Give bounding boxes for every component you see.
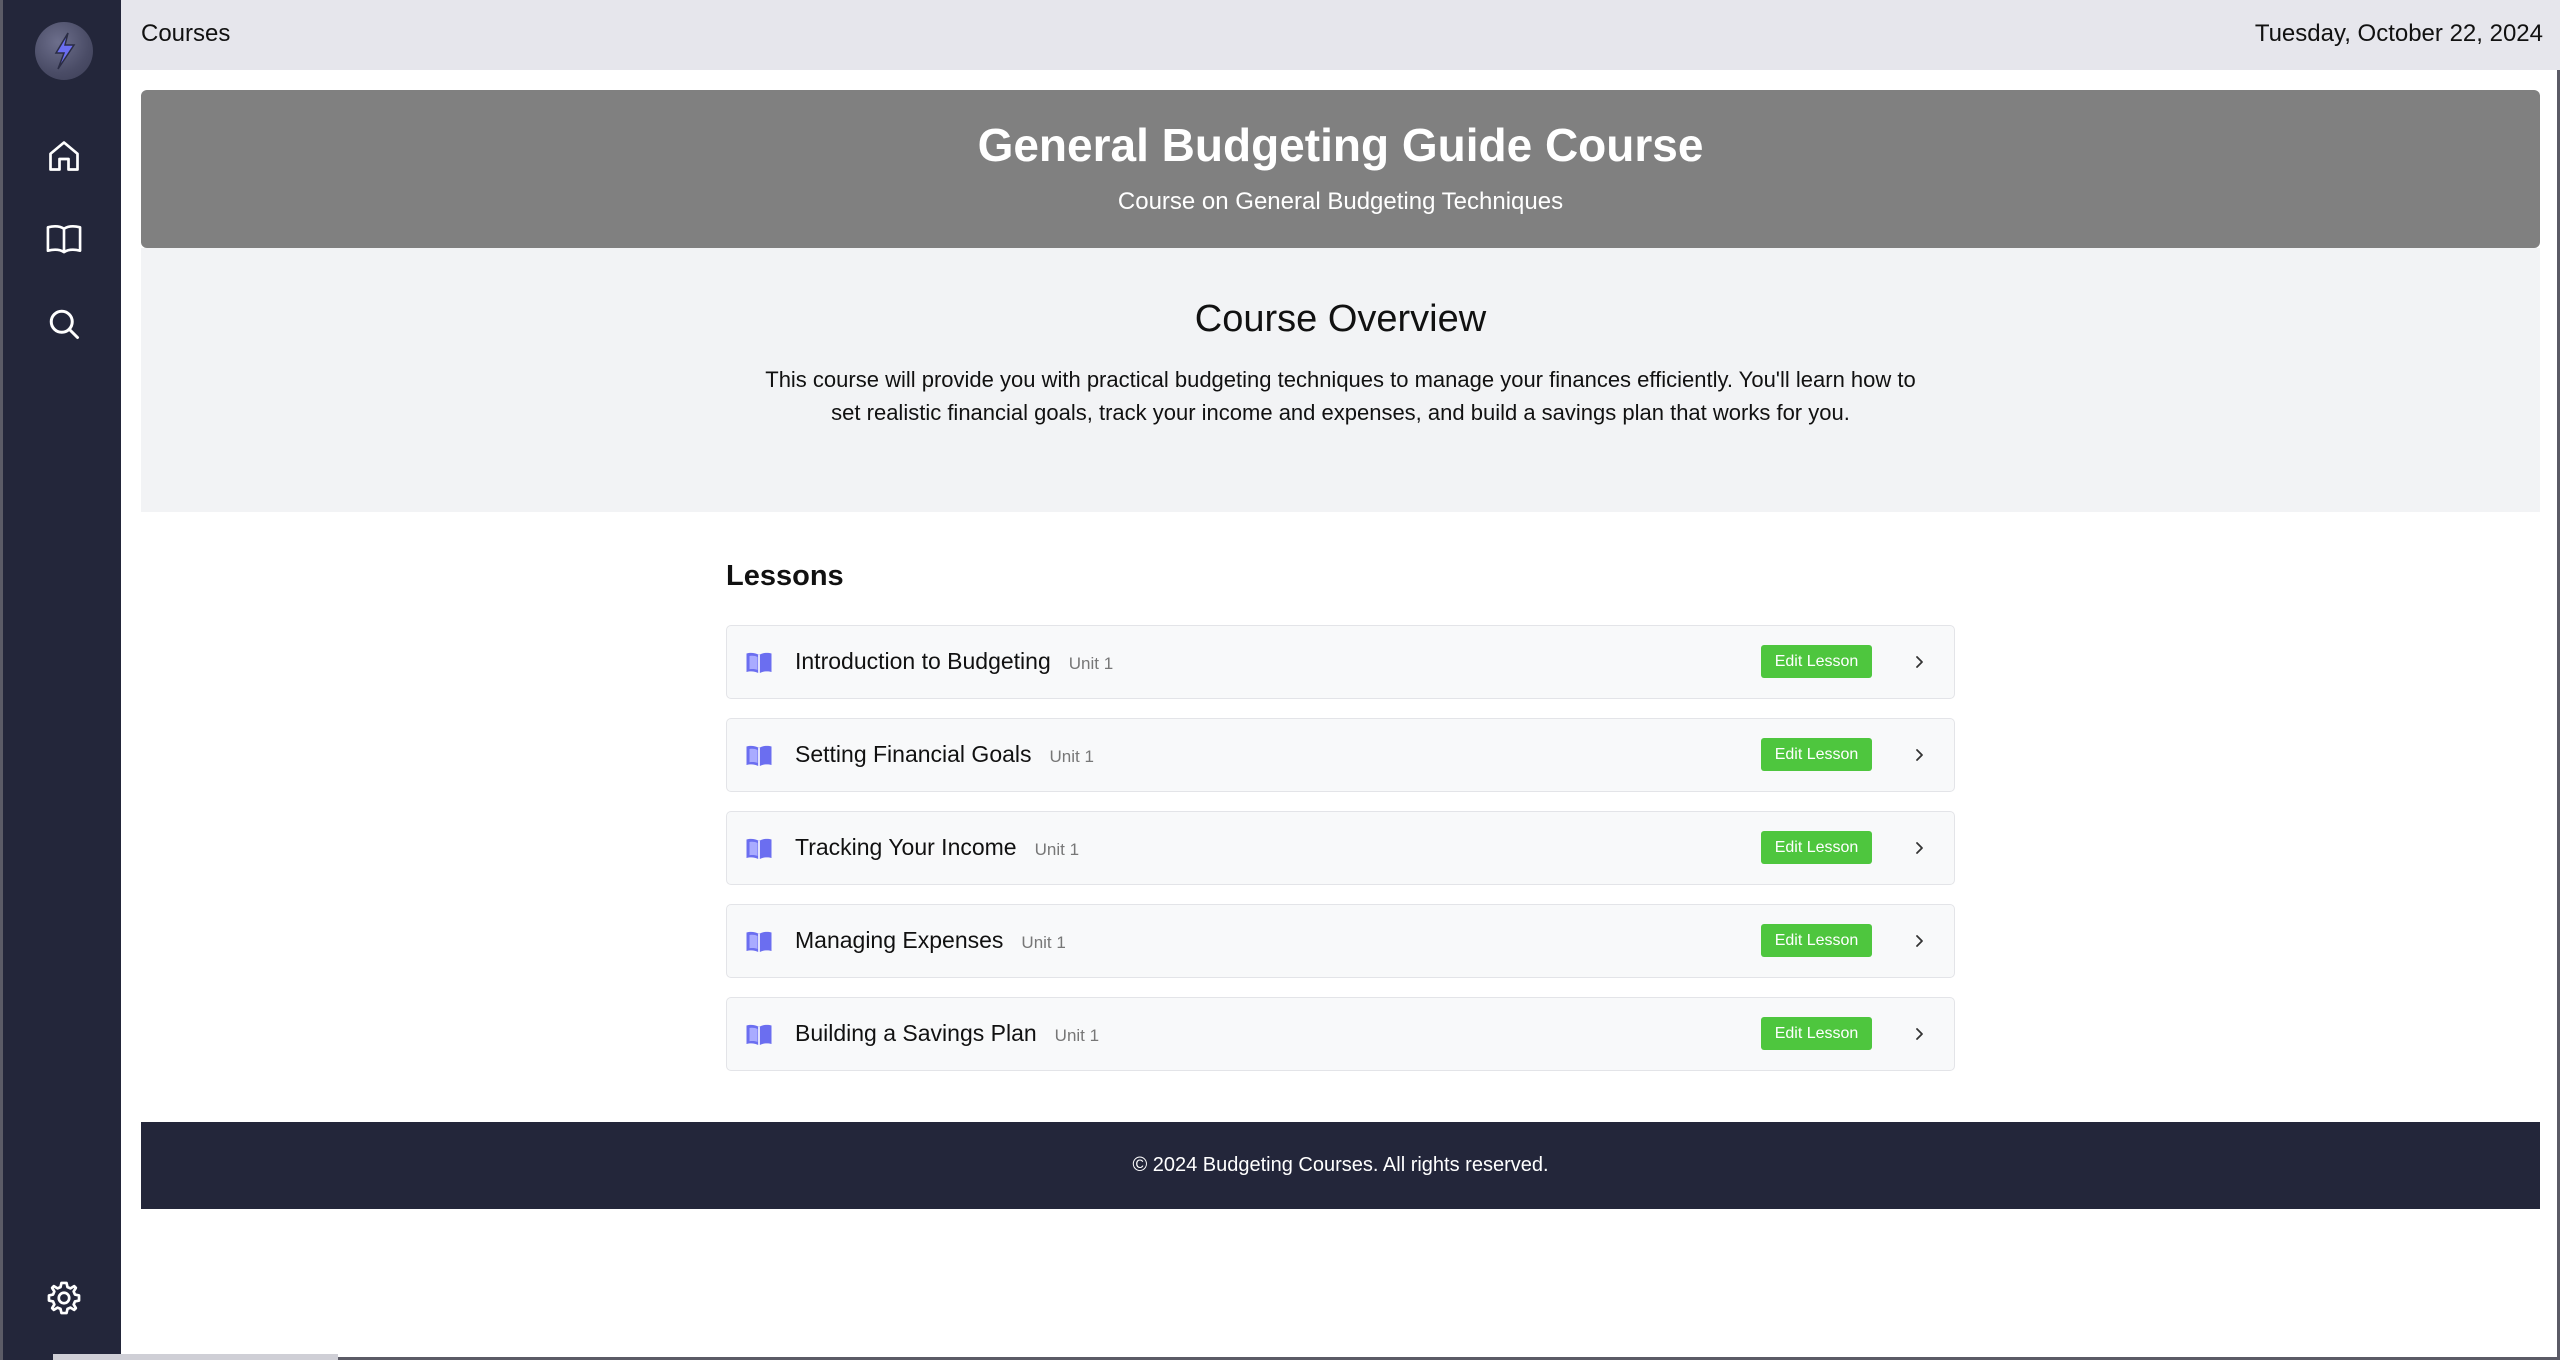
lessons-heading: Lessons [726, 560, 844, 592]
course-subtitle: Course on General Budgeting Techniques [1117, 188, 1564, 215]
horizontal-scrollbar[interactable] [53, 1354, 338, 1360]
lessons-section: Lessons Introduction to Budgeting Unit 1 … [726, 560, 1956, 1090]
chevron-right-icon[interactable] [1913, 1023, 1927, 1045]
chevron-right-icon[interactable] [1913, 651, 1927, 673]
overview-text: This course will provide you with practi… [765, 367, 1916, 425]
app-window: Courses Tuesday, October 22, 2024 Genera… [0, 0, 2560, 1360]
search-icon[interactable] [42, 302, 86, 346]
edit-lesson-button[interactable]: Edit Lesson [1761, 924, 1872, 957]
book-open-icon [746, 1024, 772, 1046]
top-bar: Courses Tuesday, October 22, 2024 [121, 0, 2560, 70]
breadcrumb[interactable]: Courses [141, 20, 230, 48]
edit-lesson-button[interactable]: Edit Lesson [1761, 1017, 1872, 1050]
lesson-row[interactable]: Setting Financial Goals Unit 1 Edit Lesso… [726, 718, 1955, 792]
edit-lesson-button[interactable]: Edit Lesson [1761, 738, 1872, 771]
edit-lesson-button[interactable]: Edit Lesson [1761, 645, 1872, 678]
book-icon[interactable] [42, 217, 86, 261]
course-title: General Budgeting Guide Course [977, 119, 1704, 171]
lesson-unit: Unit 1 [1034, 840, 1080, 859]
lesson-unit: Unit 1 [1021, 933, 1066, 952]
home-icon[interactable] [42, 134, 86, 178]
lesson-title: Introduction to Budgeting [795, 648, 1051, 674]
sidebar [3, 0, 121, 1360]
lesson-unit: Unit 1 [1068, 654, 1114, 673]
lesson-row[interactable]: Introduction to Budgeting Unit 1 Edit Les… [726, 625, 1955, 699]
book-open-icon [746, 931, 772, 953]
lesson-title: Building a Savings Plan [795, 1020, 1037, 1046]
course-overview: Course Overview This course will provide… [141, 248, 2540, 512]
chevron-right-icon[interactable] [1913, 744, 1927, 766]
lesson-title: Setting Financial Goals [795, 741, 1032, 767]
book-open-icon [746, 745, 772, 767]
overview-heading: Course Overview [1194, 298, 1487, 340]
lesson-title: Managing Expenses [795, 927, 1004, 953]
lesson-row[interactable]: Tracking Your Income Unit 1 Edit Lesson [726, 811, 1955, 885]
page-footer: © 2024 Budgeting Courses. All rights res… [141, 1122, 2540, 1209]
chevron-right-icon[interactable] [1913, 837, 1927, 859]
lesson-title: Tracking Your Income [795, 834, 1017, 860]
lesson-unit: Unit 1 [1049, 747, 1094, 766]
app-logo[interactable] [35, 22, 93, 80]
gear-icon[interactable] [42, 1276, 86, 1320]
course-hero-banner: General Budgeting Guide Course Course on… [141, 90, 2540, 248]
lesson-row[interactable]: Building a Savings Plan Unit 1 Edit Lesso… [726, 997, 1955, 1071]
book-open-icon [746, 838, 772, 860]
book-open-icon [746, 652, 772, 674]
chevron-right-icon[interactable] [1913, 930, 1927, 952]
lesson-unit: Unit 1 [1054, 1026, 1100, 1045]
current-date: Tuesday, October 22, 2024 [2254, 20, 2543, 47]
footer-copyright: © 2024 Budgeting Courses. All rights res… [1132, 1154, 1549, 1176]
edit-lesson-button[interactable]: Edit Lesson [1761, 831, 1872, 864]
lesson-row[interactable]: Managing Expenses Unit 1 Edit Lesson [726, 904, 1955, 978]
